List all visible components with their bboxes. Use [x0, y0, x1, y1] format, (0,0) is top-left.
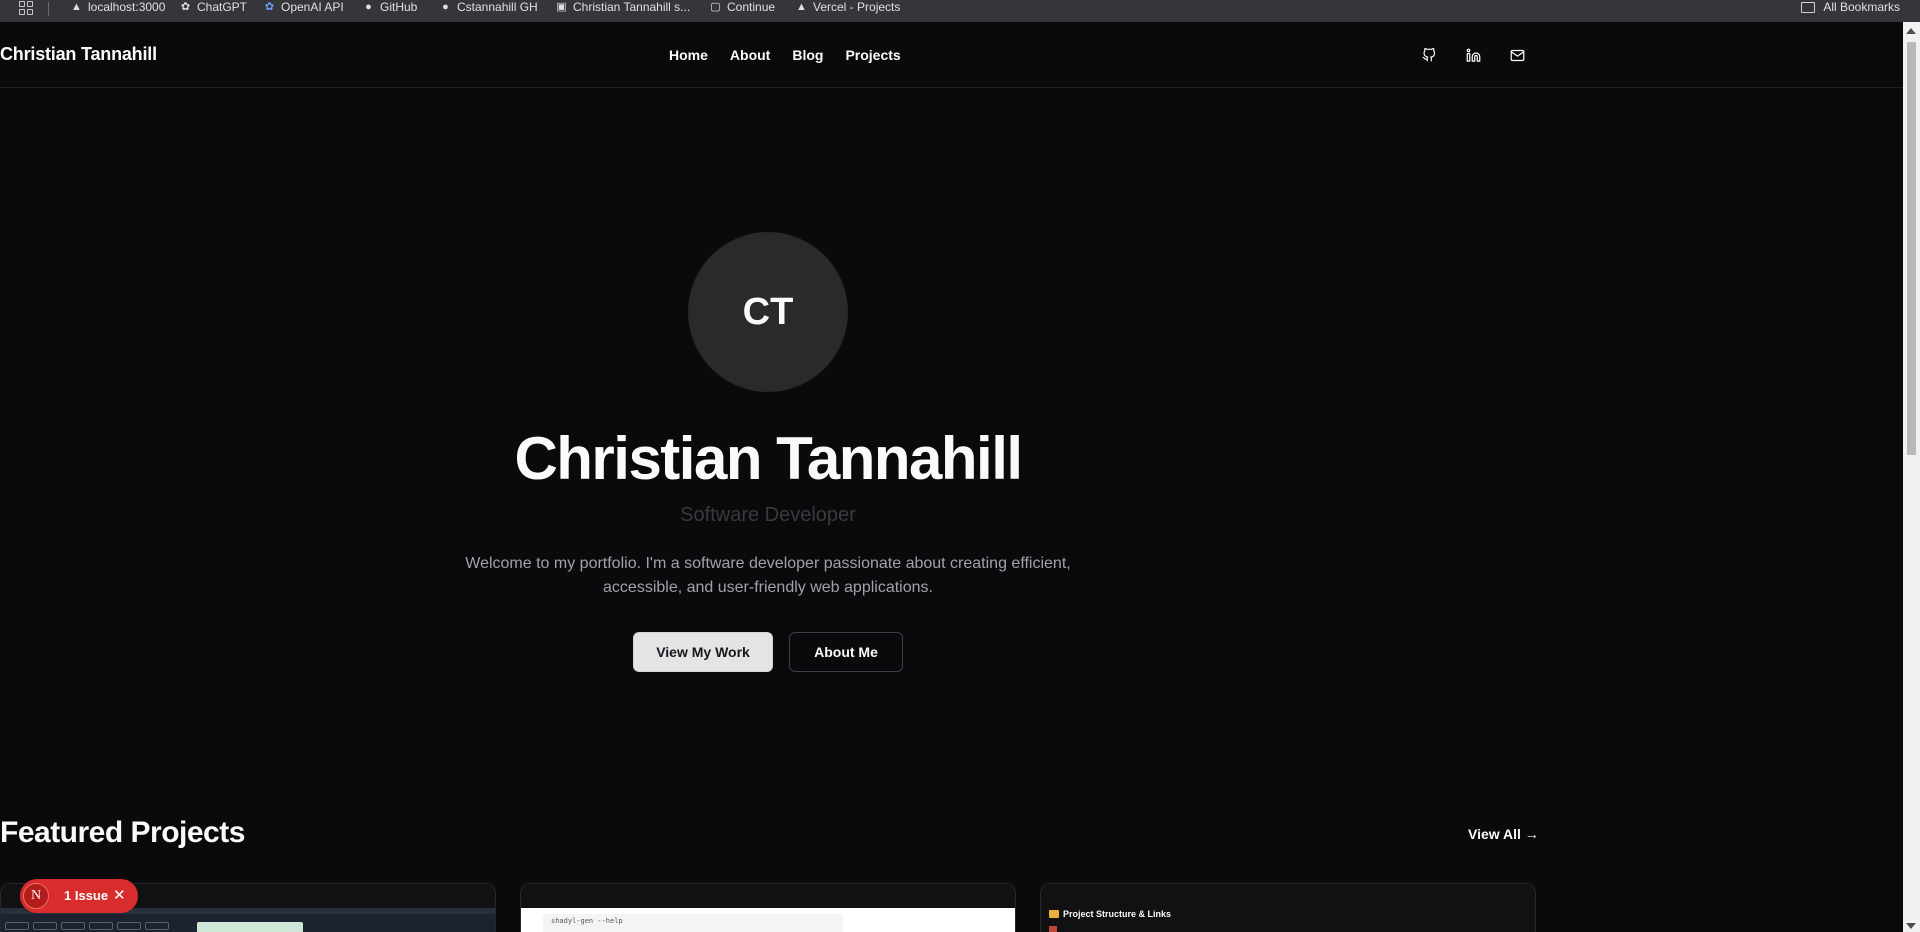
close-icon[interactable]: ✕: [113, 886, 126, 904]
triangle-icon: ▲: [796, 0, 807, 13]
github-icon[interactable]: [1420, 46, 1438, 64]
site-brand[interactable]: Christian Tannahill: [0, 44, 157, 65]
bookmark-openai-api[interactable]: ✿ OpenAI API: [263, 0, 344, 14]
scroll-up-icon[interactable]: [1906, 28, 1916, 34]
nextjs-logo-icon: N: [23, 883, 49, 909]
all-bookmarks-label: All Bookmarks: [1823, 0, 1900, 14]
project-card[interactable]: shadyl-gen --help: [520, 883, 1016, 932]
bookmark-label: Vercel - Projects: [813, 0, 901, 14]
bookmark-label: Christian Tannahill s...: [573, 0, 691, 14]
site-header: Christian Tannahill Home About Blog Proj…: [0, 22, 1903, 88]
mail-icon[interactable]: [1508, 46, 1526, 64]
continue-icon: ▢: [710, 0, 721, 13]
bookmark-vercel[interactable]: ▲ Vercel - Projects: [795, 0, 900, 14]
bookmark-label: Continue: [727, 0, 776, 14]
featured-projects-title: Featured Projects: [0, 816, 245, 849]
openai-icon: ✿: [180, 0, 191, 13]
bookmark-label: localhost:3000: [88, 0, 166, 14]
folder-icon: [1049, 910, 1059, 918]
openai-icon: ✿: [264, 0, 275, 13]
page-scrollbar[interactable]: [1903, 22, 1920, 932]
nav-home[interactable]: Home: [669, 47, 708, 63]
social-links: [1420, 46, 1526, 64]
view-all-link[interactable]: View All →: [1468, 826, 1539, 842]
bookmark-continue[interactable]: ▢ Continue: [709, 0, 775, 14]
view-my-work-button[interactable]: View My Work: [633, 632, 773, 672]
nav-blog[interactable]: Blog: [792, 47, 823, 63]
bookmark-label: GitHub: [380, 0, 418, 14]
bookmark-cstannahill-gh[interactable]: ● Cstannahill GH: [439, 0, 538, 14]
project-thumbnail: shadyl-gen --help: [521, 908, 1015, 932]
bookmark-label: ChatGPT: [197, 0, 248, 14]
file-icon: [1049, 926, 1057, 932]
bookmark-chatgpt[interactable]: ✿ ChatGPT: [179, 0, 247, 14]
bookmark-localhost[interactable]: ▲ localhost:3000: [70, 0, 165, 14]
all-bookmarks[interactable]: All Bookmarks: [1801, 0, 1900, 14]
apps-grid-icon[interactable]: [19, 1, 33, 15]
project-card-heading-text: Project Structure & Links: [1063, 909, 1172, 919]
linkedin-icon[interactable]: [1464, 46, 1482, 64]
avatar: CT: [688, 232, 848, 392]
hero-role: Software Developer: [680, 504, 856, 526]
thumbnail-code: shadyl-gen --help: [543, 914, 843, 932]
bookmark-label: OpenAI API: [281, 0, 344, 14]
github-icon: ●: [442, 0, 449, 13]
about-me-button[interactable]: About Me: [789, 632, 903, 672]
bookmarks-separator: [48, 2, 49, 16]
scroll-down-icon[interactable]: [1906, 923, 1916, 929]
issue-count-label[interactable]: 1 Issue: [64, 888, 108, 903]
main-nav: Home About Blog Projects: [669, 47, 901, 63]
nav-projects[interactable]: Projects: [845, 47, 900, 63]
github-icon: ●: [365, 0, 372, 13]
project-card[interactable]: Project Structure & Links: [1040, 883, 1536, 932]
project-card-heading: Project Structure & Links: [1049, 909, 1171, 919]
dev-issues-badge[interactable]: N 1 Issue ✕: [20, 879, 138, 913]
scroll-thumb[interactable]: [1907, 42, 1916, 455]
hero-intro: Welcome to my portfolio. I'm a software …: [465, 555, 1071, 596]
folder-icon: [1801, 1, 1816, 13]
bookmark-github[interactable]: ● GitHub: [362, 0, 417, 14]
bookmarks-bar: ▲ localhost:3000 ✿ ChatGPT ✿ OpenAI API …: [0, 0, 1920, 22]
page-icon: ▣: [556, 0, 567, 13]
bookmark-label: Cstannahill GH: [457, 0, 538, 14]
hero-name: Christian Tannahill: [514, 425, 1023, 492]
nav-about[interactable]: About: [730, 47, 770, 63]
thumbnail-tabs: [5, 922, 169, 930]
triangle-icon: ▲: [71, 0, 82, 13]
thumbnail-highlight: [197, 922, 303, 932]
bookmark-christian-tannahill[interactable]: ▣ Christian Tannahill s...: [555, 0, 690, 14]
